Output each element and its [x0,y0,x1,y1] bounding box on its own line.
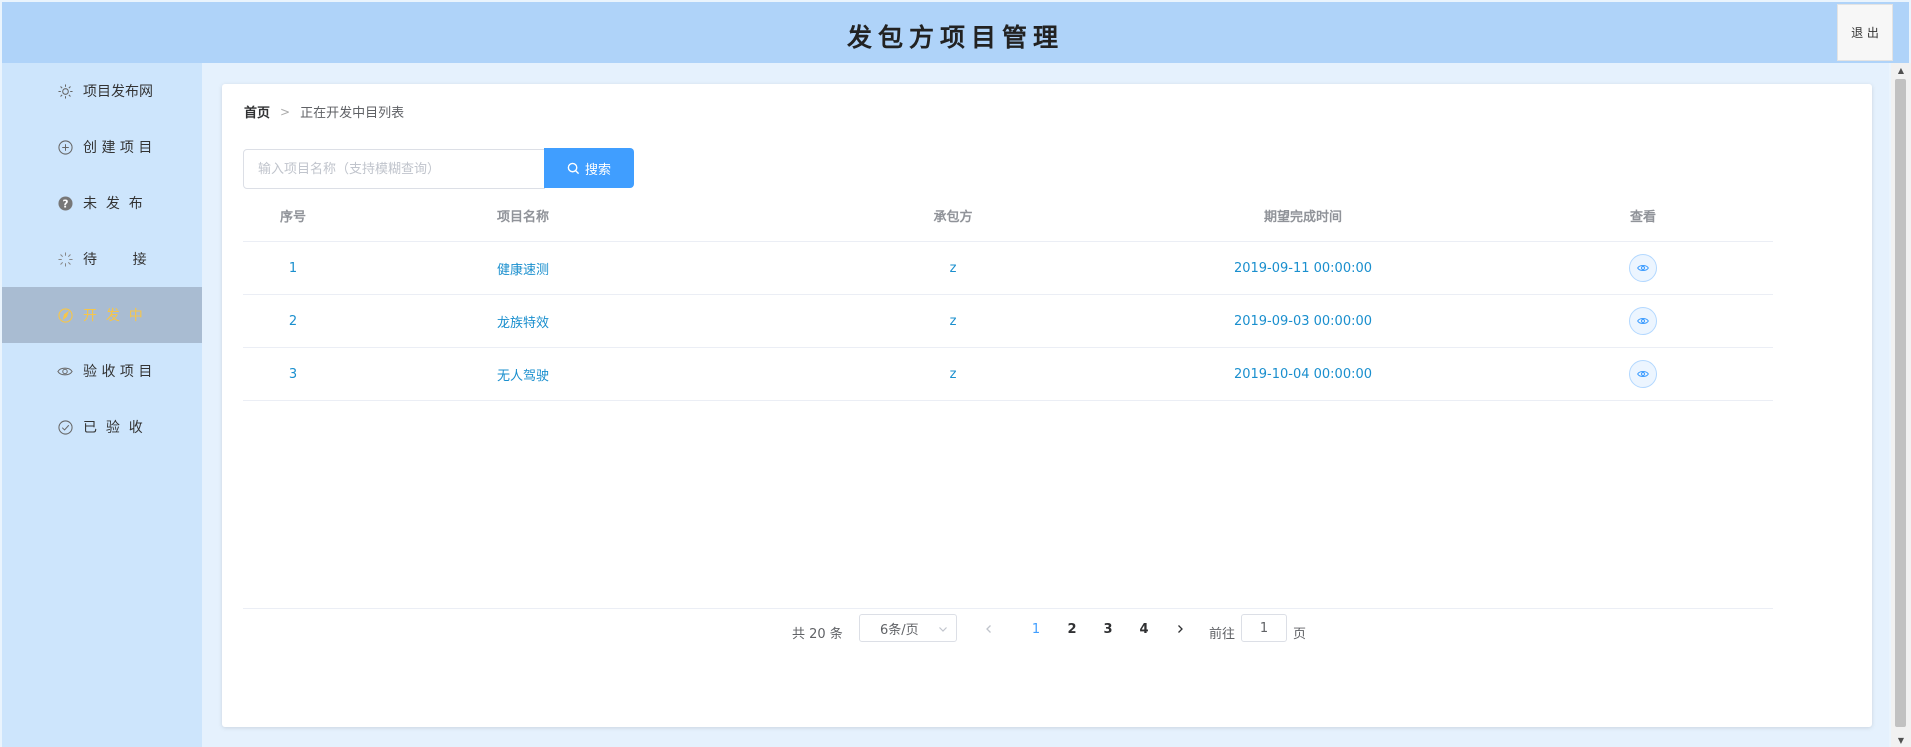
cell-deadline: 2019-09-03 00:00:00 [1233,313,1373,329]
sidebar-item-label: 待 接 [83,252,147,268]
column-header-contractor: 承包方 [933,209,973,225]
search-button[interactable]: 搜索 [544,148,634,188]
scroll-down-arrow-icon[interactable]: ▼ [1891,733,1911,747]
page-number-4[interactable]: 4 [1130,617,1158,641]
scroll-up-arrow-icon[interactable]: ▲ [1891,63,1911,77]
sidebar-item-acceptance[interactable]: 验 收 项 目 [2,343,202,399]
page-size-select[interactable]: 6条/页 [859,614,957,642]
column-header-index: 序号 [279,209,306,225]
page-number-3[interactable]: 3 [1094,617,1122,641]
sidebar-item-label: 开 发 中 [83,308,143,324]
page-number-2[interactable]: 2 [1058,617,1086,641]
sidebar-item-label: 验 收 项 目 [83,364,153,380]
question-circle-icon: ? [57,195,73,211]
search-button-label: 搜索 [584,162,611,178]
cell-deadline: 2019-10-04 00:00:00 [1233,366,1373,382]
sidebar-item-unpublished[interactable]: ? 未 发 布 [2,175,202,231]
table-divider [243,608,1773,609]
cell-index: 1 [288,260,298,276]
sidebar-item-accepted[interactable]: 已 验 收 [2,399,202,455]
eye-icon [57,363,73,379]
sidebar-item-project-market[interactable]: 项目发布网 [2,63,202,119]
compass-icon [57,307,73,323]
next-page-button[interactable] [1168,617,1192,641]
table-row: 1 健康速测 z 2019-09-11 00:00:00 [243,242,1773,295]
plus-circle-icon [57,139,73,155]
cell-deadline: 2019-09-11 00:00:00 [1233,260,1373,276]
cell-project-name: 无人驾驶 [496,368,549,384]
goto-page-input[interactable] [1241,614,1287,642]
cell-project-name: 健康速测 [496,262,549,278]
search-input[interactable] [243,149,545,189]
pagination-total: 共 20 条 [792,627,843,642]
breadcrumb: 首页 > 正在开发中目列表 [244,102,405,122]
sidebar: 项目发布网 创 建 项 目 ? 未 发 布 待 接 开 发 中 验 收 项 目 … [2,63,202,747]
sidebar-item-in-development[interactable]: 开 发 中 [2,287,202,343]
main-card: 首页 > 正在开发中目列表 搜索 序号 项目名称 承包方 期望完成时间 查看 1… [222,84,1872,727]
view-button[interactable] [1629,254,1657,282]
column-header-name: 项目名称 [496,209,549,225]
sun-icon [57,83,73,99]
chevron-right-icon: > [280,104,291,119]
column-header-view: 查看 [1629,209,1656,225]
cell-view [1593,242,1693,294]
breadcrumb-home[interactable]: 首页 [244,102,270,121]
logout-button[interactable]: 退 出 [1837,4,1893,61]
table-header: 序号 项目名称 承包方 期望完成时间 查看 [243,189,1773,242]
page-title: 发包方项目管理 [846,23,1064,52]
cell-project-name: 龙族特效 [496,315,549,331]
breadcrumb-current: 正在开发中目列表 [300,106,405,121]
sidebar-item-label: 未 发 布 [83,196,143,212]
sidebar-item-pending[interactable]: 待 接 [2,231,202,287]
eye-icon [1637,264,1649,272]
search-icon [567,162,580,174]
sidebar-item-label: 已 验 收 [83,420,143,436]
column-header-deadline: 期望完成时间 [1263,209,1342,225]
goto-suffix: 页 [1293,627,1307,642]
sidebar-item-create-project[interactable]: 创 建 项 目 [2,119,202,175]
scrollbar-thumb[interactable] [1895,79,1906,727]
chevron-right-icon [1178,625,1183,633]
vertical-scrollbar[interactable]: ▲ ▼ [1891,63,1911,747]
chevron-down-icon [938,623,948,638]
eye-icon [1637,317,1649,325]
pagination: 共 20 条 6条/页 1 2 3 4 前往 页 [222,611,1872,651]
chevron-left-icon [986,625,991,633]
cell-contractor: z [949,260,957,276]
cell-index: 3 [288,366,298,382]
loading-icon [57,251,73,267]
cell-index: 2 [288,313,298,329]
view-button[interactable] [1629,307,1657,335]
eye-icon [1637,370,1649,378]
cell-view [1593,295,1693,347]
page-size-value: 6条/页 [880,622,919,638]
project-table: 序号 项目名称 承包方 期望完成时间 查看 1 健康速测 z 2019-09-1… [243,189,1773,401]
prev-page-button[interactable] [977,617,1001,641]
sidebar-item-label: 创 建 项 目 [83,140,153,156]
cell-contractor: z [949,366,957,382]
cell-contractor: z [949,313,957,329]
goto-label: 前往 [1209,627,1236,642]
table-row: 2 龙族特效 z 2019-09-03 00:00:00 [243,295,1773,348]
svg-text:?: ? [62,198,68,210]
table-row: 3 无人驾驶 z 2019-10-04 00:00:00 [243,348,1773,401]
view-button[interactable] [1629,360,1657,388]
cell-view [1593,348,1693,400]
sidebar-item-label: 项目发布网 [83,84,153,100]
check-circle-icon [57,419,73,435]
app-header: 发包方项目管理 退 出 [2,2,1909,63]
page-number-1[interactable]: 1 [1022,617,1050,641]
